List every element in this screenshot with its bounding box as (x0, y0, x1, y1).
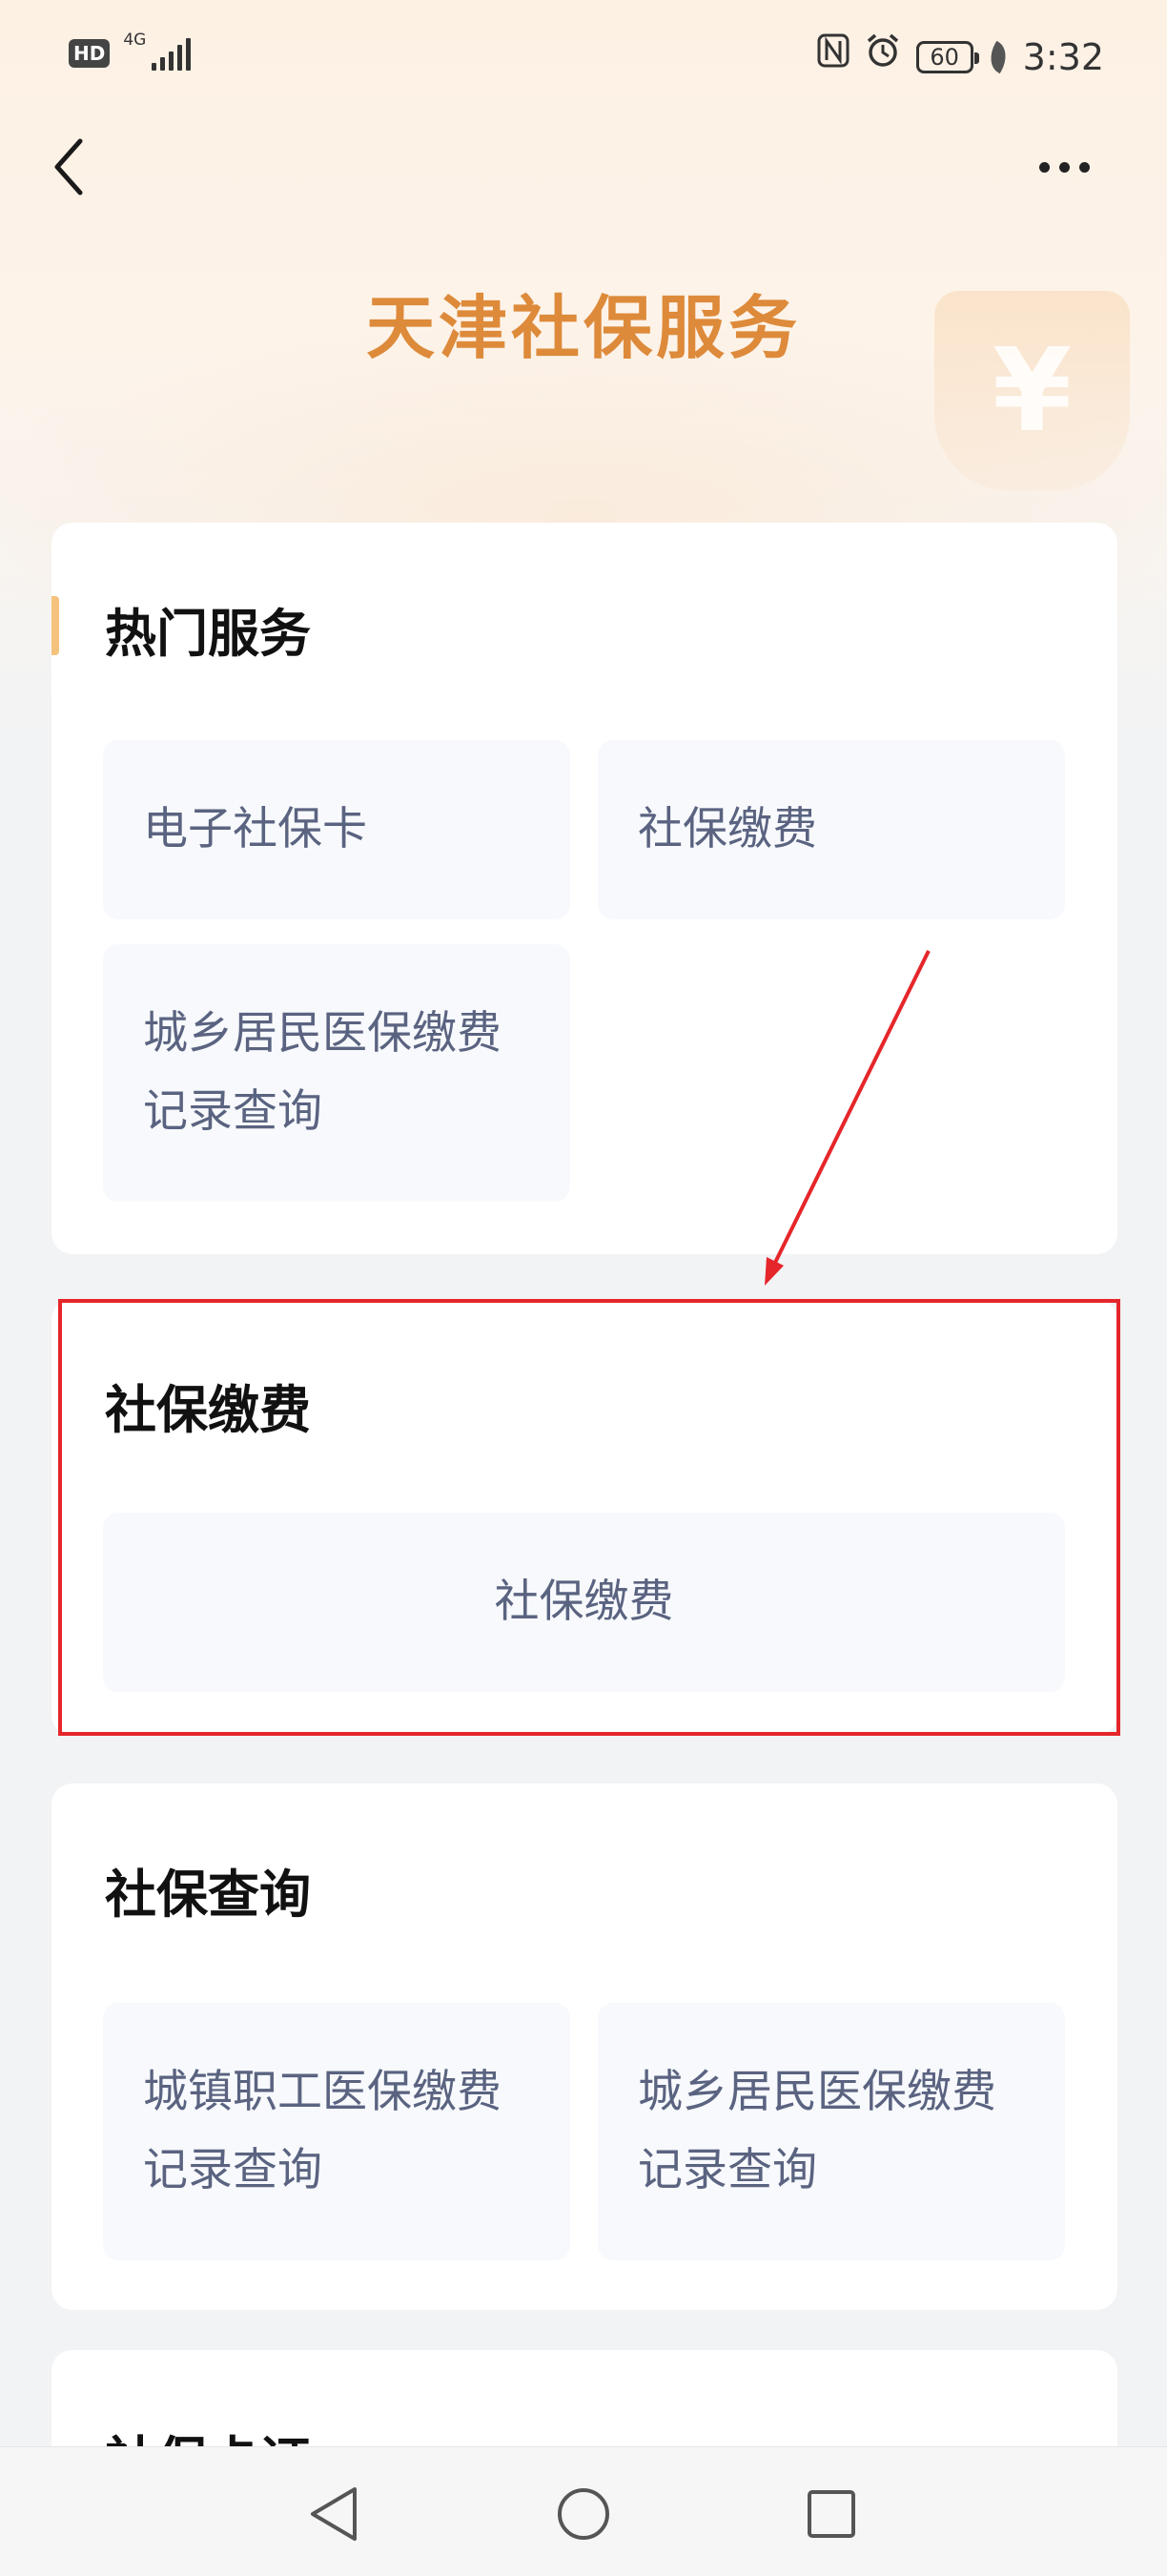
status-left: HD 4G (69, 31, 192, 71)
query-title: 社保查询 (105, 1865, 311, 1925)
payment-title: 社保缴费 (105, 1380, 311, 1440)
square-recents-icon (808, 2490, 855, 2538)
tile-label: 城乡居民医保缴费 记录查询 (143, 1007, 502, 1138)
system-nav-bar (0, 2446, 1167, 2576)
tile-e-social-card[interactable]: 电子社保卡 (103, 740, 570, 919)
dot (1038, 161, 1050, 173)
tile-label: 社保缴费 (494, 1576, 674, 1628)
tile-social-payment-main[interactable]: 社保缴费 (103, 1513, 1065, 1692)
status-right: 60 3:32 (817, 32, 1104, 82)
tile-label: 电子社保卡 (143, 803, 367, 855)
tile-social-payment[interactable]: 社保缴费 (598, 740, 1065, 919)
tile-label: 社保缴费 (638, 803, 817, 855)
back-button[interactable] (48, 134, 105, 200)
status-bar: HD 4G 60 3:32 (0, 0, 1167, 114)
tile-urban-medical-record[interactable]: 城镇职工医保缴费 记录查询 (103, 2003, 570, 2260)
page-title: 天津社保服务 (365, 288, 801, 368)
nfc-icon (817, 33, 850, 81)
clock: 3:32 (1022, 36, 1104, 78)
eco-leaf-icon (982, 40, 1013, 74)
dot (1078, 161, 1090, 173)
battery-icon: 60 (915, 41, 979, 73)
nav-recents-button[interactable] (793, 2476, 870, 2552)
tile-rural-medical-record[interactable]: 城乡居民医保缴费 记录查询 (598, 2003, 1065, 2260)
hot-services-title: 热门服务 (105, 604, 311, 664)
triangle-back-icon (311, 2487, 357, 2541)
nav-home-button[interactable] (545, 2476, 622, 2552)
hot-services-card: 热门服务 电子社保卡 社保缴费 城乡居民医保缴费 记录查询 (51, 523, 1117, 1254)
hd-badge: HD (69, 39, 111, 68)
alarm-icon (865, 32, 901, 82)
network-type: 4G (123, 31, 147, 50)
dot (1058, 161, 1070, 173)
tile-label: 城镇职工医保缴费 记录查询 (143, 2066, 502, 2196)
signal-icon (152, 36, 192, 71)
tile-rural-medical-record[interactable]: 城乡居民医保缴费 记录查询 (103, 944, 570, 1202)
payment-card: 社保缴费 社保缴费 (51, 1299, 1117, 1736)
nav-back-button[interactable] (297, 2476, 374, 2552)
tile-label: 城乡居民医保缴费 记录查询 (638, 2066, 996, 2196)
battery-level: 60 (930, 44, 959, 71)
more-options-button[interactable] (1030, 143, 1098, 191)
circle-home-icon (558, 2488, 609, 2540)
query-card: 社保查询 城镇职工医保缴费 记录查询 城乡居民医保缴费 记录查询 (51, 1783, 1117, 2310)
back-arrow-icon (54, 138, 83, 196)
section-accent-bar (51, 596, 59, 655)
